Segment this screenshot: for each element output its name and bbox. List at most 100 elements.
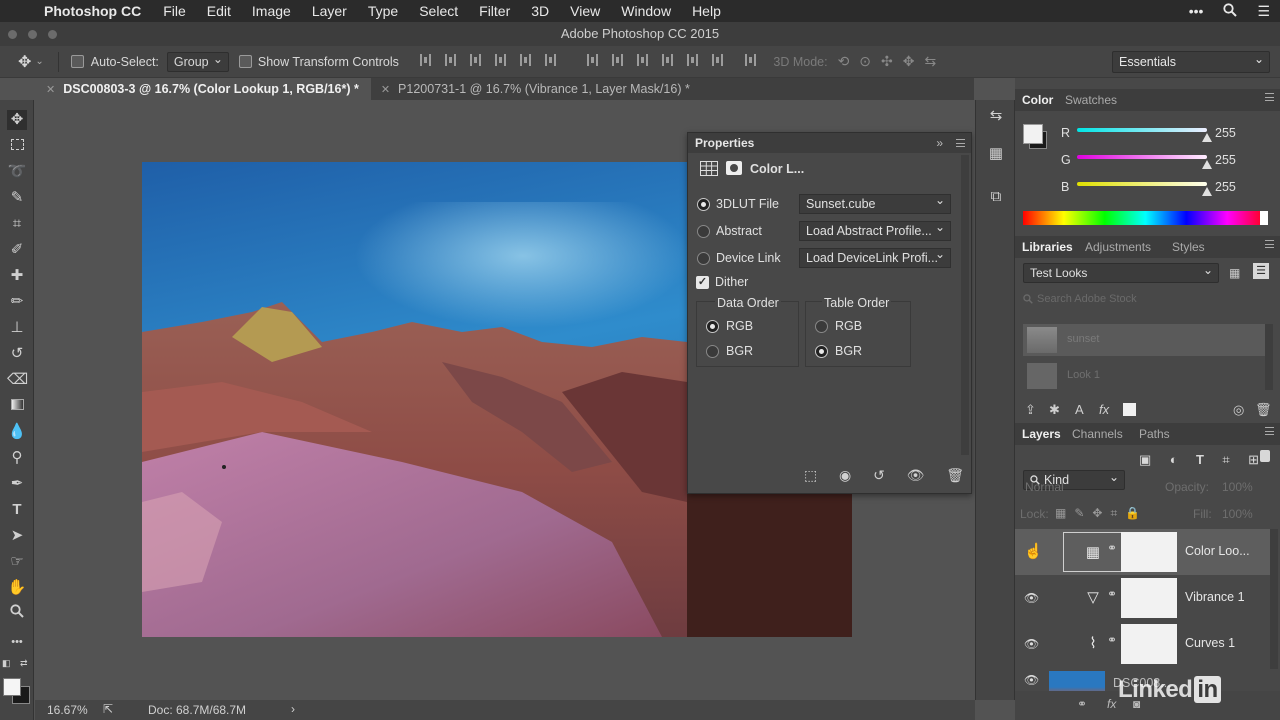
auto-select-checkbox[interactable] [70,55,84,68]
green-slider-thumb[interactable] [1202,160,1212,169]
tab-channels[interactable]: Channels [1072,427,1123,441]
more-tools-icon[interactable]: ••• [7,632,27,652]
align-vcenter-icon[interactable] [444,54,456,66]
zoom-level[interactable]: 16.67% [47,703,88,717]
layer-name[interactable]: Color Loo... [1185,544,1250,558]
filter-pixel-icon[interactable]: ▣ [1139,452,1151,468]
info-panel-icon[interactable]: ⧉ [986,188,1006,208]
green-value[interactable]: 255 [1215,153,1236,167]
eyedropper-tool-icon[interactable]: ✐ [7,240,27,260]
zoom-window-button[interactable] [48,30,57,39]
eraser-tool-icon[interactable]: ⌫ [7,370,28,390]
link-icon[interactable]: ⚭ [1107,541,1117,555]
3d-mode-icons[interactable]: ⟲⊙✣✥⇆ [838,53,947,70]
menu-filter[interactable]: Filter [479,3,510,19]
spotlight-search-icon[interactable] [1223,2,1238,20]
opacity-value[interactable]: 100% [1222,480,1253,494]
close-tab-icon[interactable]: ✕ [381,84,390,96]
align-left-icon[interactable] [494,54,506,66]
libraries-panel-menu-icon[interactable] [1265,240,1274,248]
distribute-left-icon[interactable] [661,54,673,66]
filter-type-icon[interactable]: T [1196,452,1204,468]
marquee-tool-icon[interactable] [7,136,27,156]
reset-icon[interactable]: ↺ [873,467,885,485]
history-brush-tool-icon[interactable]: ↺ [7,344,27,364]
hand-tool-icon[interactable]: ✋ [7,578,27,598]
data-order-bgr-radio[interactable] [706,345,719,358]
device-link-dropdown[interactable]: Load DeviceLink Profi... [799,248,951,268]
status-menu-arrow-icon[interactable]: › [291,702,295,716]
tab-libraries[interactable]: Libraries [1022,240,1073,254]
gradient-tool-icon[interactable] [7,396,27,416]
toggle-visibility-icon[interactable]: 👁 [907,467,925,485]
distribute-vcenter-icon[interactable] [611,54,623,66]
workspace-dropdown[interactable]: Essentials [1112,49,1270,73]
clone-stamp-tool-icon[interactable]: ⊥ [7,318,27,338]
shape-tool-icon[interactable]: ☞ [7,552,27,572]
tab-paths[interactable]: Paths [1139,427,1170,441]
add-layer-style-icon[interactable]: fx [1107,697,1116,711]
list-view-icon[interactable]: ☰ [1253,263,1269,279]
type-tool-icon[interactable]: T [7,500,27,520]
filter-adjustment-icon[interactable]: ◐ [1170,452,1178,468]
filter-smart-object-icon[interactable]: ⊞ [1248,452,1259,468]
close-window-button[interactable] [8,30,17,39]
path-selection-tool-icon[interactable]: ➤ [7,526,27,546]
blue-slider-thumb[interactable] [1202,187,1212,196]
crop-tool-icon[interactable]: ⌗ [7,214,27,234]
menu-layer[interactable]: Layer [312,3,347,19]
add-graphic-icon[interactable]: ✱ [1049,402,1060,418]
blur-tool-icon[interactable]: 💧 [7,422,27,442]
distribute-top-icon[interactable] [586,54,598,66]
layer-name[interactable]: Vibrance 1 [1185,590,1245,604]
minimize-window-button[interactable] [28,30,37,39]
layer-row-color-lookup[interactable]: ☝ ▦ ⚭ Color Loo... [1015,529,1270,575]
healing-brush-tool-icon[interactable]: ✚ [7,266,27,286]
visibility-eye-icon[interactable]: 👁 [1024,591,1039,605]
filter-shape-icon[interactable]: ⌗ [1222,452,1229,468]
history-panel-icon[interactable]: ⇆ [986,106,1006,126]
fg-color-swatch[interactable] [1023,124,1043,144]
device-link-radio[interactable] [697,252,710,265]
link-layers-icon[interactable]: ⚭ [1077,697,1087,711]
show-transform-checkbox[interactable] [238,55,252,68]
layer-row-vibrance[interactable]: 👁 ▽ ⚭ Vibrance 1 [1015,575,1270,621]
library-item-sunset[interactable]: sunset [1023,324,1265,356]
distribute-bottom-icon[interactable] [636,54,648,66]
layer-mask-thumbnail[interactable] [1121,624,1177,664]
quick-select-tool-icon[interactable]: ✎ [7,188,27,208]
sync-icon[interactable]: ◎ [1233,402,1244,418]
color-panel-menu-icon[interactable] [1265,93,1274,101]
pen-tool-icon[interactable]: ✒ [7,474,27,494]
foreground-color-swatch[interactable] [3,678,21,696]
library-dropdown[interactable]: Test Looks [1023,261,1219,283]
tab-layers[interactable]: Layers [1022,427,1061,441]
green-slider-track[interactable] [1077,155,1207,159]
collapse-panel-icon[interactable]: » [936,133,943,153]
delete-adjustment-icon[interactable]: 🗑 [946,467,964,485]
menu-select[interactable]: Select [419,3,458,19]
grid-view-icon[interactable]: ▦ [1229,266,1240,280]
share-icon[interactable]: ⇱ [103,702,113,716]
layers-scrollbar[interactable] [1270,529,1278,669]
default-colors-icon[interactable]: ◧ [2,658,11,669]
delete-library-item-icon[interactable]: 🗑 [1255,402,1272,418]
tab-document-2[interactable]: ✕ P1200731-1 @ 16.7% (Vibrance 1, Layer M… [371,78,702,100]
table-order-rgb-radio[interactable] [815,320,828,333]
distribute-hcenter-icon[interactable] [686,54,698,66]
panel-menu-icon[interactable] [956,139,965,147]
close-tab-icon[interactable]: ✕ [46,84,55,96]
blue-slider-track[interactable] [1077,182,1207,186]
auto-align-icon[interactable] [745,54,757,66]
tab-adjustments[interactable]: Adjustments [1085,240,1151,254]
align-right-icon[interactable] [544,54,556,66]
clip-to-layer-icon[interactable]: ⬚ [804,467,817,485]
add-character-style-icon[interactable]: A [1075,402,1084,417]
align-bottom-icon[interactable] [469,54,481,66]
layer-mask-icon[interactable] [726,161,742,175]
menu-type[interactable]: Type [368,3,398,19]
properties-panel-icon[interactable]: ▦ [986,144,1006,164]
menu-edit[interactable]: Edit [207,3,231,19]
filter-toggle-switch[interactable] [1260,450,1270,462]
blend-mode-dropdown[interactable]: Normal [1025,480,1064,494]
